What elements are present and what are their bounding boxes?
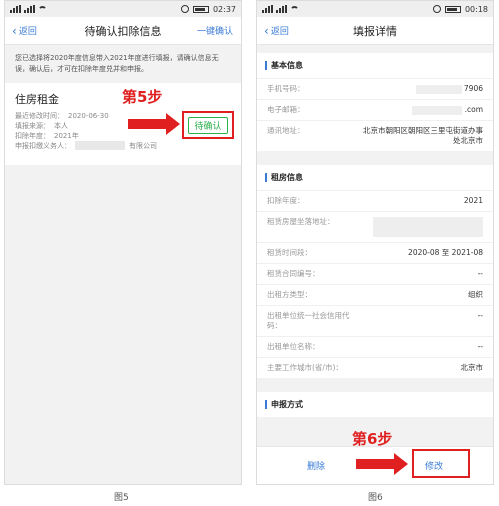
battery-icon (192, 5, 209, 13)
status-time: 00:18 (464, 4, 488, 14)
caption-fig5: 图5 (114, 493, 129, 503)
row-value: 本人 (54, 122, 68, 130)
row-value: -- (477, 342, 483, 351)
nav-bar: ‹ 返回 填报详情 (257, 17, 493, 45)
status-bar: 00:18 (257, 1, 493, 17)
info-row-address: 通讯地址： 北京市朝阳区朝阳区三里屯街道办事处北京市 (257, 120, 493, 151)
row-label: 扣除年度： (267, 196, 305, 205)
row-label: 通讯地址： (267, 126, 305, 135)
section-marker (265, 173, 267, 182)
battery-icon (444, 5, 461, 13)
row-value: 北京市朝阳区朝阳区三里屯街道办事处北京市 (363, 126, 483, 145)
section-header: 申报方式 (257, 392, 493, 417)
caption-fig6: 图6 (368, 493, 383, 503)
chevron-left-icon: ‹ (12, 23, 17, 38)
row-value: 2020-06-30 (68, 112, 109, 120)
redacted-block (75, 141, 125, 150)
info-row-phone: 手机号码： 7906 (257, 78, 493, 99)
back-label: 返回 (270, 27, 289, 37)
row-value: .com (464, 105, 483, 114)
redacted-block (412, 105, 463, 115)
section-title: 基本信息 (271, 61, 303, 70)
wifi-icon (38, 5, 47, 13)
chevron-left-icon: ‹ (264, 23, 269, 38)
row-label: 出租方类型： (267, 290, 312, 299)
row-value: -- (477, 311, 483, 320)
highlight-box-confirm: 待确认 (182, 111, 234, 139)
redacted-block (415, 84, 462, 94)
nav-bar: ‹ 返回 待确认扣除信息 一键确认 (5, 17, 241, 45)
section-title: 租房信息 (271, 173, 303, 182)
row-label: 最近修改时间： (15, 112, 64, 120)
row-value: 2020-08 至 2021-08 (408, 248, 483, 257)
row-value-wrap: 7906 (357, 84, 483, 94)
back-label: 返回 (18, 27, 37, 37)
pending-confirm-button[interactable]: 待确认 (188, 116, 228, 134)
info-row: 租赁合同编号： -- (257, 263, 493, 284)
row-value-wrap: .com (357, 105, 483, 115)
status-bar: 02:37 (5, 1, 241, 17)
back-button[interactable]: ‹ 返回 (264, 23, 289, 38)
section-rent-info: 租房信息 扣除年度： 2021 租赁房屋坐落地址： 租赁时间段： 2020-08 至… (257, 165, 493, 378)
info-row: 出租单位统一社会信用代码： -- (257, 305, 493, 336)
step6-label: 第6步 (352, 430, 393, 448)
arrow-right-icon (128, 113, 180, 135)
row-label: 主要工作城市(省/市)： (267, 363, 343, 372)
row-value-wrap (357, 217, 483, 237)
info-row: 主要工作城市(省/市)： 北京市 (257, 357, 493, 378)
confirm-all-button[interactable]: 一键确认 (197, 24, 233, 37)
arrow-right-icon (356, 453, 408, 475)
signal-icon (262, 5, 273, 13)
phone-screen-pending-confirm: 02:37 ‹ 返回 待确认扣除信息 一键确认 您已选择将2020年度信息带入2… (4, 0, 242, 485)
signal-icon-2 (24, 5, 35, 13)
row-value: 7906 (463, 84, 483, 93)
row-value: 有限公司 (129, 142, 157, 150)
card-row: 申报扣缴义务人： 有限公司 (15, 141, 231, 151)
row-label: 租赁房屋坐落地址： (267, 217, 335, 226)
row-value: 2021 (463, 196, 483, 205)
row-value: 组织 (468, 290, 483, 299)
section-method: 申报方式 (257, 392, 493, 417)
row-label: 租赁时间段： (267, 248, 312, 257)
page-title: 填报详情 (353, 24, 397, 38)
section-header: 租房信息 (257, 165, 493, 190)
section-basic-info: 基本信息 手机号码： 7906 电子邮箱： .com 通讯地址： 北京市朝阳区朝阳… (257, 53, 493, 151)
section-title: 申报方式 (271, 400, 303, 409)
row-label: 租赁合同编号： (267, 269, 320, 278)
redacted-block (373, 217, 483, 237)
row-label: 出租单位名称： (267, 342, 320, 351)
row-label: 出租单位统一社会信用代码： (267, 311, 350, 330)
info-row: 租赁房屋坐落地址： (257, 211, 493, 242)
status-time: 02:37 (212, 4, 236, 14)
row-value: 2021年 (54, 132, 79, 140)
section-header: 基本信息 (257, 53, 493, 78)
notice-text: 您已选择将2020年度信息带入2021年度进行填报，请确认信息无误，确认后，才可… (5, 45, 241, 83)
step5-label: 第5步 (122, 88, 163, 106)
highlight-box-modify (412, 449, 470, 478)
alarm-icon (180, 5, 189, 13)
signal-icon (10, 5, 21, 13)
row-label: 电子邮箱： (267, 105, 305, 114)
row-label: 申报扣缴义务人： (15, 142, 71, 150)
wifi-icon (290, 5, 299, 13)
info-row: 出租方类型： 组织 (257, 284, 493, 305)
alarm-icon (432, 5, 441, 13)
phone-screen-detail: 00:18 ‹ 返回 填报详情 基本信息 手机号码： 7906 电子邮箱： .c… (256, 0, 494, 485)
row-label: 手机号码： (267, 84, 305, 93)
back-button[interactable]: ‹ 返回 (12, 23, 37, 38)
signal-icon-2 (276, 5, 287, 13)
row-value: 北京市 (460, 363, 484, 372)
row-label: 扣除年度： (15, 132, 50, 140)
info-row: 出租单位名称： -- (257, 336, 493, 357)
row-label: 填报来源： (15, 122, 50, 130)
row-value: -- (477, 269, 483, 278)
info-row-email: 电子邮箱： .com (257, 99, 493, 120)
section-marker (265, 400, 267, 409)
section-marker (265, 61, 267, 70)
info-row: 扣除年度： 2021 (257, 190, 493, 211)
info-row: 租赁时间段： 2020-08 至 2021-08 (257, 242, 493, 263)
